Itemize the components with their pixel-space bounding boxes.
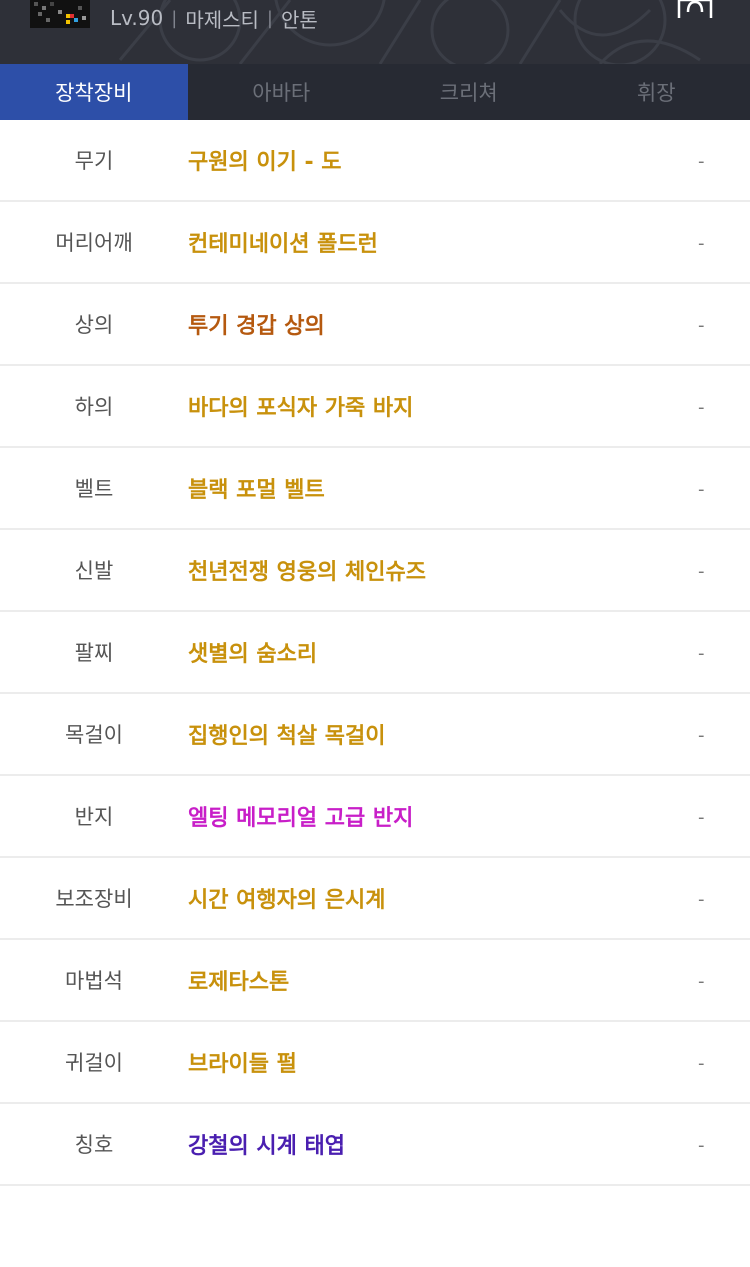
equipment-value: -	[698, 396, 705, 418]
equipment-value: -	[698, 1134, 705, 1156]
equipment-item-name[interactable]: 집행인의 척살 목걸이	[188, 718, 750, 750]
equipment-row[interactable]: 반지 엘팅 메모리얼 고급 반지 -	[0, 776, 750, 858]
equipment-value: -	[698, 478, 705, 500]
character-server: 안톤	[281, 7, 318, 32]
equipment-row[interactable]: 칭호 강철의 시계 태엽 -	[0, 1104, 750, 1186]
equipment-row[interactable]: 신발 천년전쟁 영웅의 체인슈즈 -	[0, 530, 750, 612]
tab-emblem[interactable]: 휘장	[563, 64, 750, 120]
bag-icon[interactable]	[676, 0, 714, 18]
equipment-row[interactable]: 하의 바다의 포식자 가죽 바지 -	[0, 366, 750, 448]
equipment-item-name[interactable]: 샛별의 숨소리	[188, 636, 750, 668]
equipment-row[interactable]: 벨트 블랙 포멀 벨트 -	[0, 448, 750, 530]
equipment-item-name[interactable]: 바다의 포식자 가죽 바지	[188, 390, 750, 422]
equipment-slot-label: 반지	[74, 805, 114, 829]
character-info: Lv.90 | 마제스티 | 안톤	[110, 4, 318, 32]
equipment-slot-label: 상의	[74, 313, 114, 337]
equipment-item-name[interactable]: 강철의 시계 태엽	[188, 1128, 750, 1160]
equipment-row[interactable]: 보조장비 시간 여행자의 은시계 -	[0, 858, 750, 940]
equipment-slot-label: 칭호	[74, 1133, 114, 1157]
equipment-slot-label: 머리어깨	[55, 231, 133, 255]
equipment-row[interactable]: 상의 투기 경갑 상의 -	[0, 284, 750, 366]
equipment-list: 무기 구원의 이기 - 도 - 머리어깨 컨테미네이션 폴드런 - 상의 투기 경갑 상의 - 하…	[0, 120, 750, 1186]
equipment-tabs: 장착장비 아바타 크리쳐 휘장	[0, 64, 750, 120]
info-separator: |	[171, 7, 178, 29]
equipment-item-name[interactable]: 구원의 이기 - 도	[188, 144, 750, 176]
equipment-row[interactable]: 마법석 로제타스톤 -	[0, 940, 750, 1022]
equipment-slot-label: 목걸이	[65, 723, 123, 747]
equipment-row[interactable]: 무기 구원의 이기 - 도-	[0, 120, 750, 202]
tab-creature[interactable]: 크리쳐	[375, 64, 563, 120]
equipment-row[interactable]: 목걸이 집행인의 척살 목걸이 -	[0, 694, 750, 776]
equipment-value: -	[698, 642, 705, 664]
equipment-slot-label: 마법석	[65, 969, 123, 993]
equipment-value: -	[698, 806, 705, 828]
character-header: Lv.90 | 마제스티 | 안톤	[0, 0, 750, 64]
equipment-slot-label: 귀걸이	[65, 1051, 123, 1075]
equipment-slot-label: 하의	[74, 395, 114, 419]
equipment-item-name[interactable]: 로제타스톤	[188, 964, 750, 996]
equipment-item-name[interactable]: 브라이들 펄	[188, 1046, 750, 1078]
equipment-item-name[interactable]: 엘팅 메모리얼 고급 반지	[188, 800, 750, 832]
character-level: Lv.90	[110, 6, 164, 30]
equipment-value: -	[698, 314, 705, 336]
equipment-value: -	[698, 724, 705, 746]
equipment-slot-label: 벨트	[74, 477, 114, 501]
equipment-item-name[interactable]: 컨테미네이션 폴드런	[188, 226, 750, 258]
tab-avatar[interactable]: 아바타	[188, 64, 376, 120]
equipment-slot-label: 신발	[74, 559, 114, 583]
equipment-item-name[interactable]: 투기 경갑 상의	[188, 308, 750, 340]
equipment-slot-label: 무기	[74, 149, 114, 173]
tab-equipment[interactable]: 장착장비	[0, 64, 188, 120]
character-avatar[interactable]	[30, 0, 90, 28]
equipment-slot-label: 팔찌	[74, 641, 114, 665]
equipment-value: -	[698, 150, 705, 172]
equipment-row[interactable]: 머리어깨 컨테미네이션 폴드런 -	[0, 202, 750, 284]
equipment-item-name[interactable]: 천년전쟁 영웅의 체인슈즈	[188, 554, 750, 586]
equipment-item-name[interactable]: 시간 여행자의 은시계	[188, 882, 750, 914]
equipment-row[interactable]: 팔찌 샛별의 숨소리 -	[0, 612, 750, 694]
equipment-row[interactable]: 귀걸이 브라이들 펄-	[0, 1022, 750, 1104]
character-job: 마제스티	[185, 7, 259, 32]
equipment-value: -	[698, 1052, 705, 1074]
equipment-value: -	[698, 888, 705, 910]
equipment-value: -	[698, 970, 705, 992]
equipment-value: -	[698, 232, 705, 254]
equipment-slot-label: 보조장비	[55, 887, 133, 911]
equipment-value: -	[698, 560, 705, 582]
equipment-item-name[interactable]: 블랙 포멀 벨트	[188, 472, 750, 504]
info-separator: |	[266, 7, 273, 29]
